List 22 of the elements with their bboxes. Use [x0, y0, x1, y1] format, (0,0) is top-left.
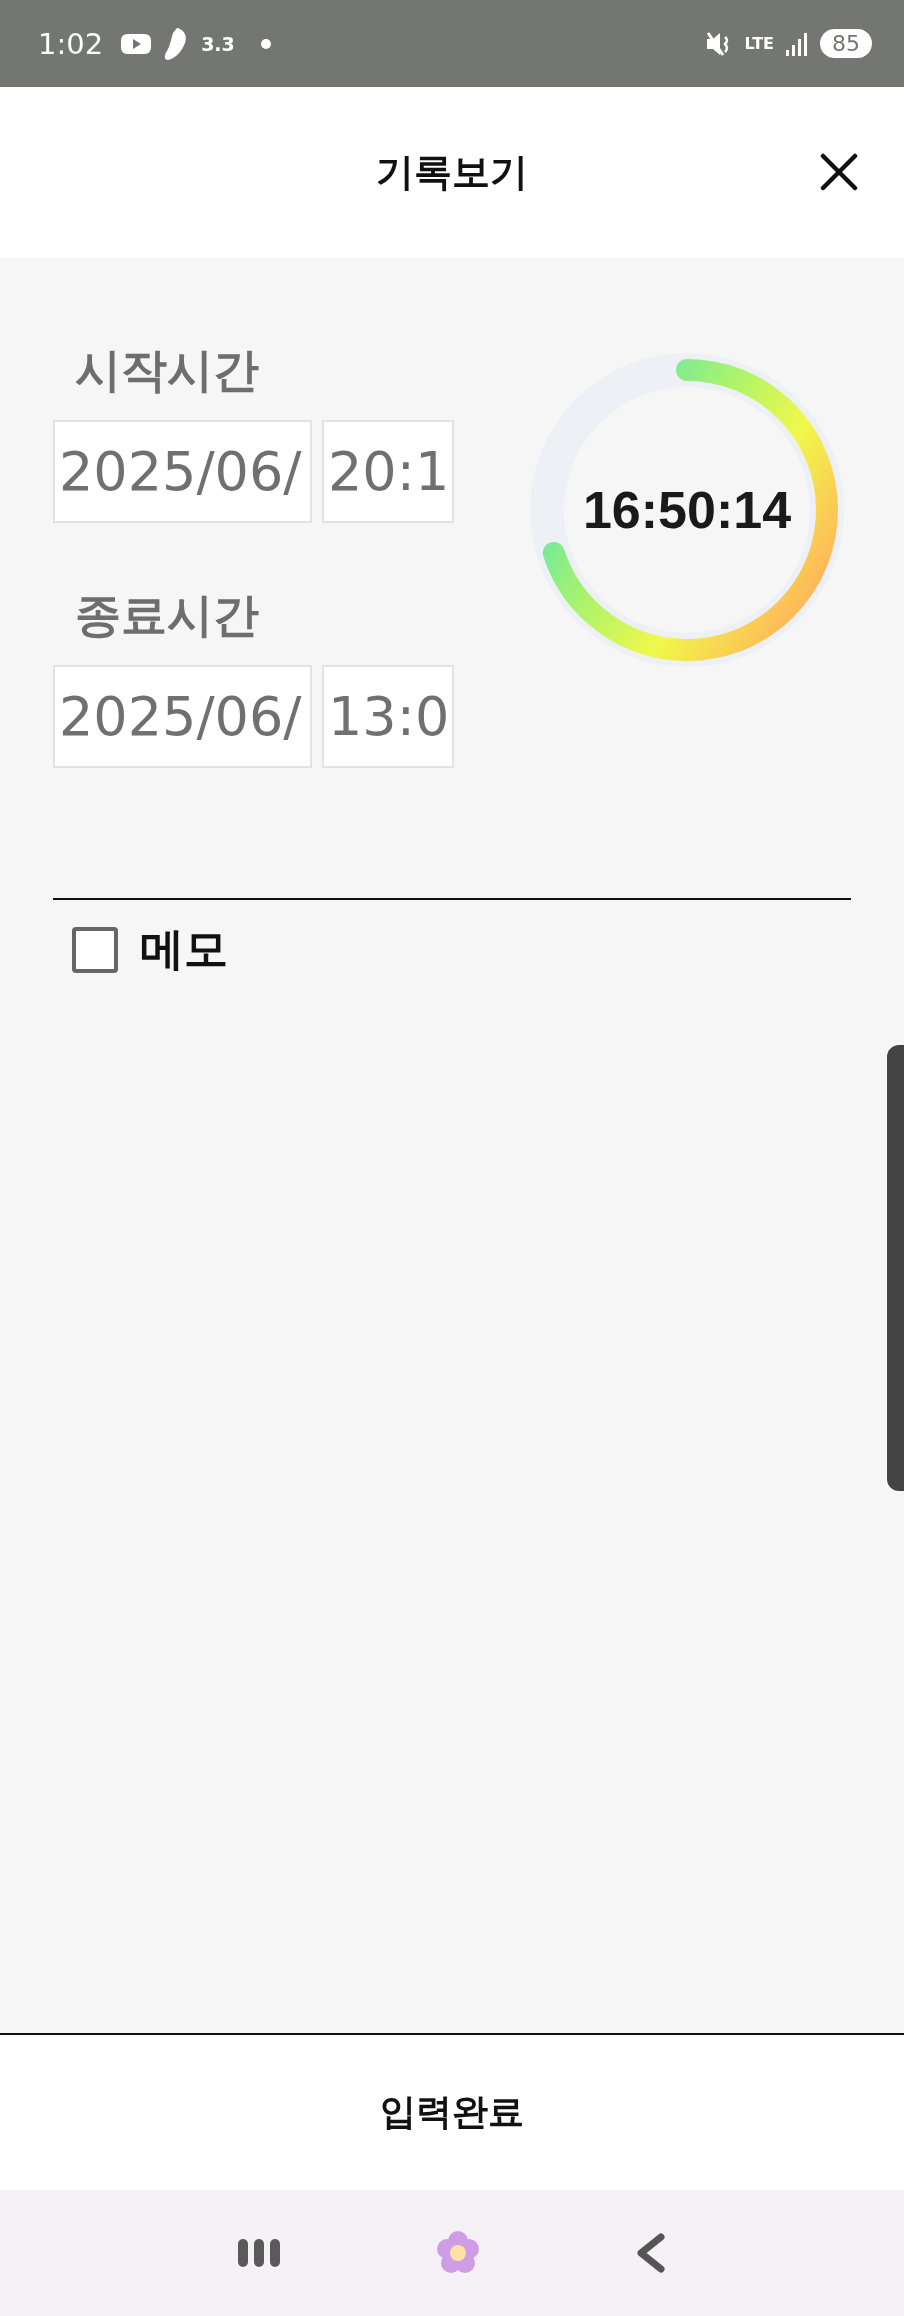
status-time: 1:02: [38, 26, 104, 61]
close-button[interactable]: [820, 153, 858, 191]
back-icon[interactable]: [635, 2233, 667, 2273]
network-label: LTE: [744, 34, 774, 53]
step-count: 3.3: [201, 32, 235, 55]
signal-icon: [786, 31, 808, 56]
play-icon: [121, 32, 152, 55]
end-date-field[interactable]: 2025/06/: [53, 665, 312, 768]
submit-button[interactable]: 입력완료: [370, 2084, 534, 2141]
memo-checkbox[interactable]: [72, 926, 118, 973]
page-title: 기록보기: [376, 149, 528, 196]
start-date-field[interactable]: 2025/06/: [53, 420, 312, 523]
notification-dot-icon: [260, 38, 271, 49]
battery-level: 85: [820, 29, 872, 58]
close-icon: [820, 153, 858, 191]
end-time-label: 종료시간: [74, 587, 260, 644]
elapsed-time: 16:50:14: [582, 480, 792, 540]
end-time-field[interactable]: 13:0: [322, 665, 454, 768]
recent-apps-icon[interactable]: [237, 2237, 281, 2269]
start-time-field[interactable]: 20:1: [322, 420, 454, 523]
start-time-label: 시작시간: [74, 342, 260, 399]
memo-label: 메모: [140, 922, 228, 976]
